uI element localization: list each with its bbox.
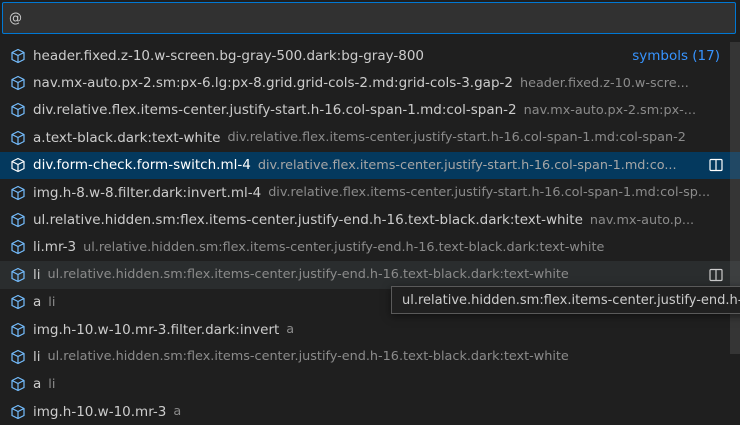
symbol-field-icon <box>11 295 25 310</box>
item-label: ul.relative.hidden.sm:flex.items-center.… <box>33 212 583 229</box>
item-description: nav.mx-auto.p... <box>589 212 695 228</box>
split-editor-icon[interactable] <box>708 157 724 173</box>
item-description: ul.relative.hidden.sm:flex.items-center.… <box>83 239 605 255</box>
item-label: img.h-8.w-8.filter.dark:invert.ml-4 <box>33 184 262 201</box>
symbol-field-icon <box>11 130 25 145</box>
symbol-field-icon <box>11 158 25 173</box>
item-label: nav.mx-auto.px-2.sm:px-6.lg:px-8.grid.gr… <box>33 75 513 92</box>
item-label: div.form-check.form-switch.ml-4 <box>33 157 251 174</box>
item-label: img.h-10.w-10.mr-3.filter.dark:invert <box>33 321 280 338</box>
item-label: img.h-10.w-10.mr-3 <box>33 403 167 420</box>
list-item[interactable]: ul.relative.hidden.sm:flex.items-center.… <box>0 206 740 233</box>
symbol-field-icon <box>11 322 25 337</box>
item-description: div.relative.flex.items-center.justify-s… <box>257 157 677 173</box>
item-label: li <box>33 266 41 283</box>
item-label: a <box>33 376 42 393</box>
item-description: header.fixed.z-10.w-scre... <box>519 75 689 91</box>
item-description: a <box>173 404 182 420</box>
symbol-field-icon <box>11 240 25 255</box>
item-description: div.relative.flex.items-center.justify-s… <box>268 185 711 201</box>
symbol-field-icon <box>11 103 25 118</box>
symbol-field-icon <box>11 349 25 365</box>
list-item[interactable]: img.h-10.w-10.mr-3 a <box>0 398 740 425</box>
symbol-field-icon <box>11 75 25 91</box>
symbol-field-icon <box>11 212 25 228</box>
item-description: ul.relative.hidden.sm:flex.items-center.… <box>47 267 569 283</box>
item-description: div.relative.flex.items-center.justify-s… <box>227 130 686 146</box>
hover-tooltip: ul.relative.hidden.sm:flex.items-center.… <box>391 286 740 314</box>
symbols-count: symbols (17) <box>632 47 720 64</box>
item-description: nav.mx-auto.px-2.sm:px-... <box>523 102 697 118</box>
list-item[interactable]: div.relative.flex.items-center.justify-s… <box>0 97 740 124</box>
symbol-field-icon <box>11 185 25 200</box>
symbol-field-icon <box>11 404 25 419</box>
list-item[interactable]: header.fixed.z-10.w-screen.bg-gray-500.d… <box>0 42 740 69</box>
item-label: li.mr-3 <box>33 239 77 256</box>
item-description: a <box>286 322 295 338</box>
symbol-field-icon <box>11 267 25 282</box>
list-item[interactable]: img.h-10.w-10.mr-3.filter.dark:invert a <box>0 316 740 343</box>
list-item[interactable]: a li <box>0 371 740 398</box>
item-description: ul.relative.hidden.sm:flex.items-center.… <box>47 349 569 365</box>
list-item[interactable]: img.h-8.w-8.filter.dark:invert.ml-4 div.… <box>0 179 740 206</box>
symbol-field-icon <box>11 48 25 63</box>
item-label: header.fixed.z-10.w-screen.bg-gray-500.d… <box>33 47 424 64</box>
symbol-field-icon <box>11 377 25 392</box>
symbol-list: header.fixed.z-10.w-screen.bg-gray-500.d… <box>0 42 740 425</box>
list-item-hovered[interactable]: li ul.relative.hidden.sm:flex.items-cent… <box>0 261 740 289</box>
item-description: li <box>48 376 56 392</box>
search-input[interactable] <box>2 2 736 34</box>
split-editor-icon[interactable] <box>708 267 724 283</box>
item-label: a <box>33 294 42 311</box>
list-item[interactable]: li.mr-3 ul.relative.hidden.sm:flex.items… <box>0 234 740 261</box>
list-item[interactable]: a.text-black.dark:text-white div.relativ… <box>0 124 740 151</box>
search-container <box>0 0 740 42</box>
quick-open-picker: header.fixed.z-10.w-screen.bg-gray-500.d… <box>0 0 740 425</box>
list-item[interactable]: li ul.relative.hidden.sm:flex.items-cent… <box>0 343 740 370</box>
list-item-focused[interactable]: div.form-check.form-switch.ml-4 div.rela… <box>0 151 740 179</box>
item-label: div.relative.flex.items-center.justify-s… <box>33 102 517 119</box>
list-item[interactable]: nav.mx-auto.px-2.sm:px-6.lg:px-8.grid.gr… <box>0 69 740 96</box>
item-label: a.text-black.dark:text-white <box>33 129 221 146</box>
item-label: li <box>33 348 41 365</box>
